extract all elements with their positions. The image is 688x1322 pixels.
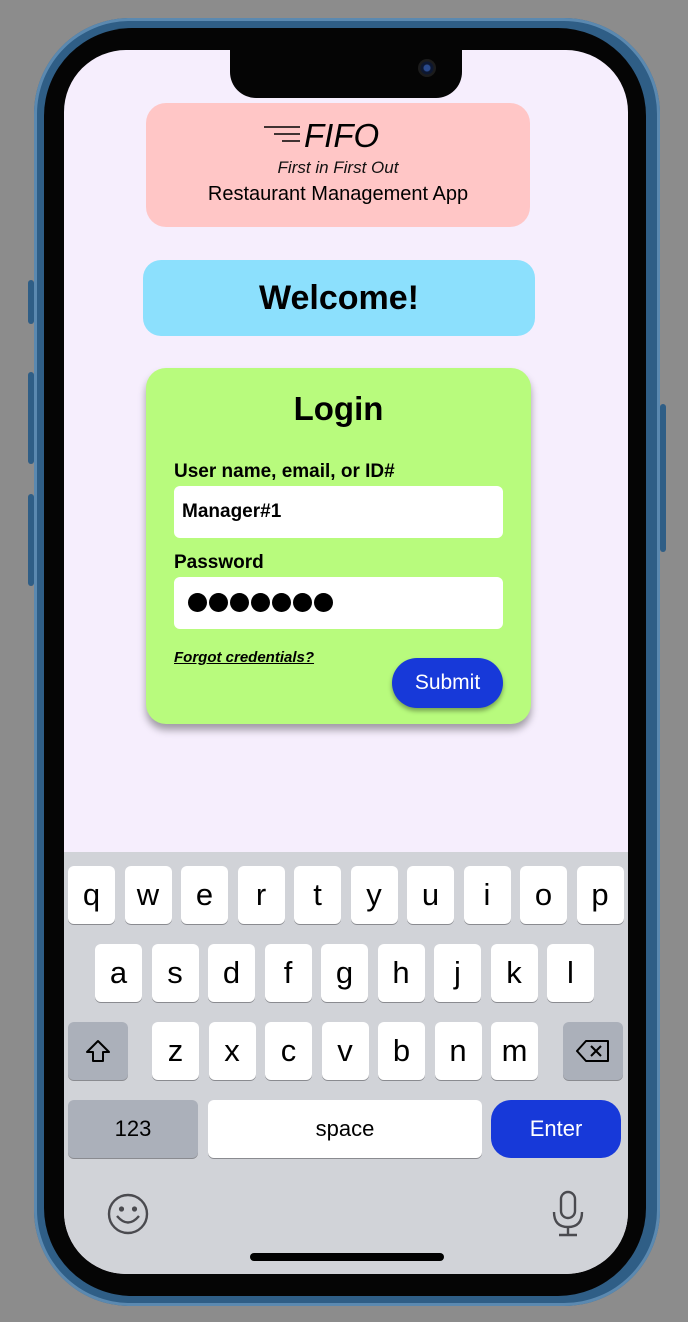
- microphone-button[interactable]: [550, 1190, 586, 1243]
- logo-wordmark: FIFO: [304, 117, 380, 154]
- volume-down-button: [28, 494, 34, 586]
- key-u[interactable]: u: [407, 866, 454, 924]
- shift-icon: [86, 1040, 110, 1062]
- password-dot: [272, 593, 291, 612]
- key-z[interactable]: z: [152, 1022, 199, 1080]
- app-subtitle: Restaurant Management App: [207, 183, 469, 205]
- password-dot: [188, 593, 207, 612]
- password-dot: [209, 593, 228, 612]
- key-m[interactable]: m: [491, 1022, 538, 1080]
- key-w[interactable]: w: [124, 866, 172, 924]
- backspace-key[interactable]: [563, 1022, 623, 1080]
- key-k[interactable]: k: [490, 944, 538, 1002]
- app-tagline: First in First Out: [277, 158, 399, 177]
- password-dot: [251, 593, 270, 612]
- numbers-key[interactable]: 123: [68, 1100, 198, 1158]
- power-button: [660, 404, 666, 552]
- password-dot: [293, 593, 312, 612]
- backspace-icon: [576, 1040, 609, 1062]
- key-x[interactable]: x: [208, 1022, 256, 1080]
- key-e[interactable]: e: [181, 866, 228, 924]
- key-p[interactable]: p: [576, 866, 624, 924]
- emoji-icon: [107, 1193, 149, 1235]
- password-label: Password: [174, 552, 264, 573]
- shift-key[interactable]: [68, 1022, 128, 1080]
- speed-lines-icon: [264, 126, 300, 142]
- front-camera: [418, 59, 436, 77]
- username-value: Manager#1: [182, 501, 282, 522]
- key-t[interactable]: t: [294, 866, 341, 924]
- key-c[interactable]: c: [265, 1022, 312, 1080]
- username-label: User name, email, or ID#: [174, 461, 395, 482]
- login-card: Login User name, email, or ID# Manager#1…: [146, 368, 531, 724]
- key-f[interactable]: f: [264, 944, 312, 1002]
- forgot-credentials-link[interactable]: Forgot credentials?: [174, 649, 314, 666]
- enter-key[interactable]: Enter: [491, 1100, 621, 1158]
- key-r[interactable]: r: [237, 866, 285, 924]
- welcome-banner: Welcome!: [143, 260, 535, 336]
- app-logo-card: FIFO First in First Out Restaurant Manag…: [146, 103, 530, 227]
- password-input[interactable]: [174, 577, 503, 629]
- key-y[interactable]: y: [350, 866, 398, 924]
- login-title: Login: [293, 390, 384, 427]
- volume-up-button: [28, 372, 34, 464]
- mute-switch: [28, 280, 34, 324]
- key-s[interactable]: s: [151, 944, 199, 1002]
- home-indicator: [250, 1253, 444, 1261]
- key-n[interactable]: n: [434, 1022, 482, 1080]
- key-o[interactable]: o: [520, 866, 567, 924]
- password-dot: [230, 593, 249, 612]
- key-d[interactable]: d: [208, 944, 255, 1002]
- key-v[interactable]: v: [321, 1022, 369, 1080]
- key-i[interactable]: i: [463, 866, 511, 924]
- submit-button[interactable]: Submit: [392, 658, 503, 708]
- key-g[interactable]: g: [321, 944, 368, 1002]
- password-mask: [188, 593, 333, 612]
- on-screen-keyboard: qwertyuiop asdfghjkl zxcvbnm 123 space E…: [64, 852, 628, 1274]
- key-j[interactable]: j: [434, 944, 481, 1002]
- notch: [230, 50, 462, 98]
- emoji-button[interactable]: [106, 1192, 150, 1241]
- username-input[interactable]: Manager#1: [174, 486, 503, 538]
- key-l[interactable]: l: [547, 944, 594, 1002]
- password-dot: [314, 593, 333, 612]
- microphone-icon: [552, 1190, 584, 1237]
- key-b[interactable]: b: [378, 1022, 425, 1080]
- key-q[interactable]: q: [68, 866, 115, 924]
- key-h[interactable]: h: [377, 944, 425, 1002]
- logo: FIFO: [146, 117, 530, 157]
- phone-screen: FIFO First in First Out Restaurant Manag…: [64, 50, 628, 1274]
- space-key[interactable]: space: [208, 1100, 482, 1158]
- key-a[interactable]: a: [95, 944, 142, 1002]
